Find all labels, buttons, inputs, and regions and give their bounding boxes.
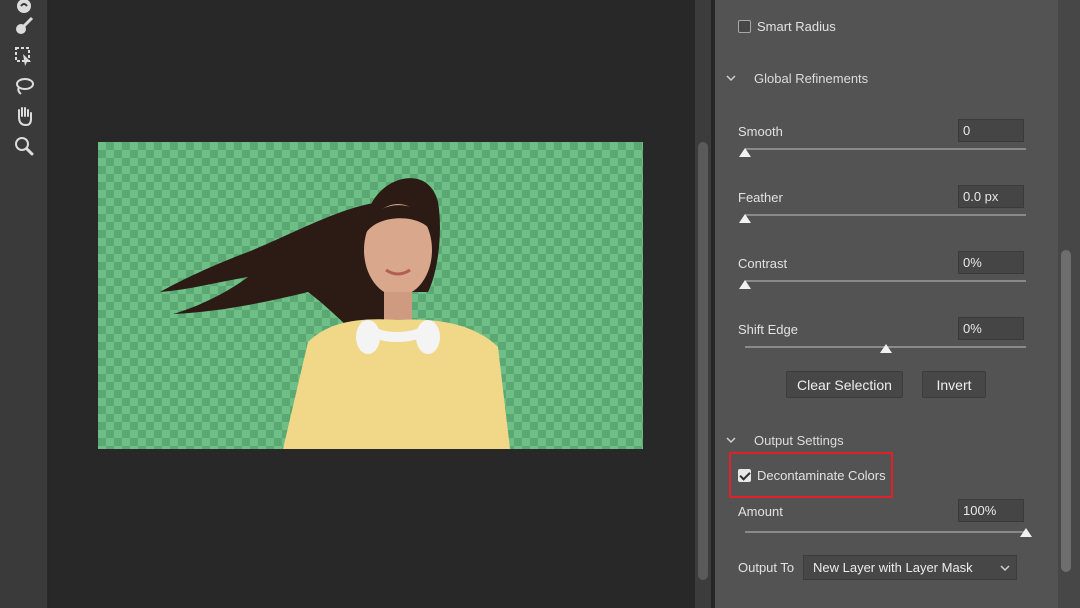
- shift-edge-slider-thumb[interactable]: [879, 344, 892, 353]
- amount-label: Amount: [738, 504, 783, 519]
- feather-input[interactable]: 0.0 px: [958, 185, 1024, 208]
- contrast-label: Contrast: [738, 256, 788, 271]
- output-to-value: New Layer with Layer Mask: [813, 560, 973, 575]
- chevron-down-icon: [1000, 565, 1010, 572]
- contrast-slider-track[interactable]: [745, 280, 1026, 282]
- panel-scrollbar[interactable]: [1058, 0, 1080, 608]
- chevron-down-icon[interactable]: [726, 73, 736, 83]
- feather-label: Feather: [738, 190, 783, 205]
- shift-edge-input[interactable]: 0%: [958, 317, 1024, 340]
- decontaminate-colors-label: Decontaminate Colors: [757, 468, 886, 483]
- feather-slider-track[interactable]: [745, 214, 1026, 216]
- shift-edge-label: Shift Edge: [738, 322, 798, 337]
- hand-icon[interactable]: [12, 104, 36, 128]
- object-selection-icon[interactable]: [12, 44, 36, 68]
- smooth-label: Smooth: [738, 124, 783, 139]
- refine-edge-brush-icon[interactable]: [12, 14, 36, 38]
- tools-toolbar: [0, 0, 48, 608]
- smooth-input[interactable]: 0: [958, 119, 1024, 142]
- contrast-input[interactable]: 0%: [958, 251, 1024, 274]
- smooth-slider-thumb[interactable]: [739, 148, 751, 157]
- zoom-icon[interactable]: [12, 134, 36, 158]
- document-canvas[interactable]: [49, 0, 695, 608]
- output-to-select[interactable]: New Layer with Layer Mask: [803, 555, 1017, 580]
- contrast-slider-thumb[interactable]: [739, 280, 751, 289]
- global-refinements-title[interactable]: Global Refinements: [754, 71, 868, 86]
- amount-slider-thumb[interactable]: [1020, 528, 1032, 537]
- output-to-label: Output To: [738, 560, 795, 575]
- chevron-down-icon[interactable]: [726, 435, 736, 445]
- invert-button[interactable]: Invert: [922, 371, 986, 398]
- feather-slider-thumb[interactable]: [739, 214, 751, 223]
- smooth-slider-track[interactable]: [745, 148, 1026, 150]
- canvas-scrollbar-thumb[interactable]: [698, 142, 708, 580]
- smart-radius-label: Smart Radius: [757, 19, 836, 34]
- amount-input[interactable]: 100%: [958, 499, 1024, 522]
- lasso-icon[interactable]: [12, 74, 36, 98]
- smart-radius-checkbox[interactable]: [738, 20, 751, 33]
- cutout-image-preview: [98, 142, 643, 449]
- panel-scrollbar-thumb[interactable]: [1061, 250, 1071, 572]
- output-settings-title[interactable]: Output Settings: [754, 433, 844, 448]
- amount-slider-track[interactable]: [745, 531, 1026, 533]
- canvas-scrollbar[interactable]: [695, 0, 711, 608]
- decontaminate-colors-checkbox[interactable]: [738, 469, 751, 482]
- clear-selection-button[interactable]: Clear Selection: [786, 371, 903, 398]
